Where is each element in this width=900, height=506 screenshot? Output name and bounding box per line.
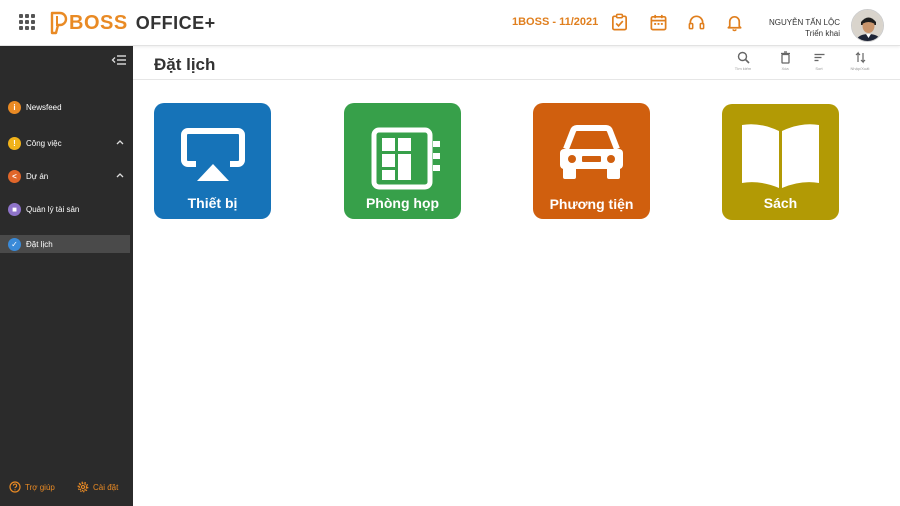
calendar-icon[interactable] <box>649 13 668 32</box>
import-export-icon <box>855 51 865 64</box>
notification-bell-icon[interactable] <box>725 13 744 32</box>
headset-support-icon[interactable] <box>687 13 706 32</box>
sidebar-item-label: Đặt lịch <box>26 239 53 249</box>
user-avatar-icon <box>852 10 883 41</box>
search-tool-button[interactable]: Tìm kiếm <box>728 51 758 71</box>
settings-link[interactable]: Cài đặt <box>77 481 118 493</box>
user-info[interactable]: NGUYỄN TẤN LỘC Triển khai <box>769 17 840 39</box>
search-icon <box>737 51 750 64</box>
logo-text: BOSS <box>69 11 128 34</box>
task-check-icon[interactable] <box>610 13 629 32</box>
tool-label: Xóa <box>781 66 789 71</box>
tile-thiet-bi[interactable]: Thiết bị <box>154 103 271 219</box>
sidebar-item-newsfeed[interactable]: i Newsfeed <box>0 98 130 116</box>
task-alert-icon: ! <box>8 136 21 150</box>
logo-subtitle: OFFICE+ <box>135 12 216 33</box>
tile-phong-hop[interactable]: Phòng họp <box>344 103 461 219</box>
tool-label: Tìm kiếm <box>734 66 752 71</box>
asset-lock-icon: ■ <box>8 202 21 216</box>
tile-label: Phòng họp <box>365 195 440 211</box>
help-link[interactable]: Trợ giúp <box>9 481 55 493</box>
tile-sach[interactable]: Sách <box>722 104 839 220</box>
sidebar-item-dat-lich[interactable]: ✓ Đặt lịch <box>0 235 130 253</box>
chevron-up-icon[interactable] <box>116 139 124 145</box>
top-bar: BOSS OFFICE+ 1BOSS - 11/2021 NGUYỄN TẤN … <box>0 0 900 46</box>
tool-label: Sort <box>815 66 823 71</box>
gear-icon <box>77 481 89 493</box>
chevron-up-icon[interactable] <box>116 172 124 178</box>
page-title: Đặt lịch <box>154 55 216 74</box>
tile-phuong-tien[interactable]: Phương tiện <box>533 103 650 219</box>
tile-label: Phương tiện <box>549 196 634 212</box>
period-selector[interactable]: 1BOSS - 11/2021 <box>512 16 598 28</box>
main-content: Đặt lịch Tìm kiếm Xóa Sort Nhập/Xuất Thi… <box>133 46 900 506</box>
sort-tool-button[interactable]: Sort <box>804 51 834 71</box>
app-logo[interactable]: BOSS OFFICE+ <box>48 9 216 37</box>
sidebar-item-label: Công việc <box>26 138 62 148</box>
help-circle-icon <box>9 481 21 493</box>
avatar[interactable] <box>851 9 884 42</box>
user-name: NGUYỄN TẤN LỘC <box>769 18 840 27</box>
sidebar-item-label: Quản lý tài sản <box>26 204 80 214</box>
page-header: Đặt lịch Tìm kiếm Xóa Sort Nhập/Xuất <box>133 46 900 80</box>
tile-label: Thiết bị <box>187 195 238 211</box>
sidebar: i Newsfeed ! Công việc < Dự án ■ Quản lý… <box>0 46 133 506</box>
sort-icon <box>814 53 824 62</box>
sidebar-item-label: Dự án <box>26 171 49 181</box>
project-share-icon: < <box>8 169 21 183</box>
newsfeed-info-icon: i <box>8 100 21 114</box>
sidebar-item-du-an[interactable]: < Dự án <box>0 167 130 185</box>
boss-logo-icon <box>50 11 68 35</box>
collapse-menu-icon[interactable] <box>111 54 127 66</box>
sidebar-item-cong-viec[interactable]: ! Công việc <box>0 134 130 152</box>
tile-label: Sách <box>763 195 798 211</box>
user-role: Triển khai <box>805 29 840 38</box>
sidebar-item-label: Newsfeed <box>26 102 62 112</box>
booking-icon: ✓ <box>8 237 21 251</box>
import-export-tool-button[interactable]: Nhập/Xuất <box>845 51 875 71</box>
settings-label: Cài đặt <box>93 482 119 492</box>
trash-icon <box>780 51 790 64</box>
sidebar-item-quan-ly-tai-san[interactable]: ■ Quản lý tài sản <box>0 200 130 218</box>
apps-grid-icon[interactable] <box>19 14 36 31</box>
tool-label: Nhập/Xuất <box>850 66 870 71</box>
delete-tool-button[interactable]: Xóa <box>770 51 800 71</box>
help-label: Trợ giúp <box>25 482 55 492</box>
